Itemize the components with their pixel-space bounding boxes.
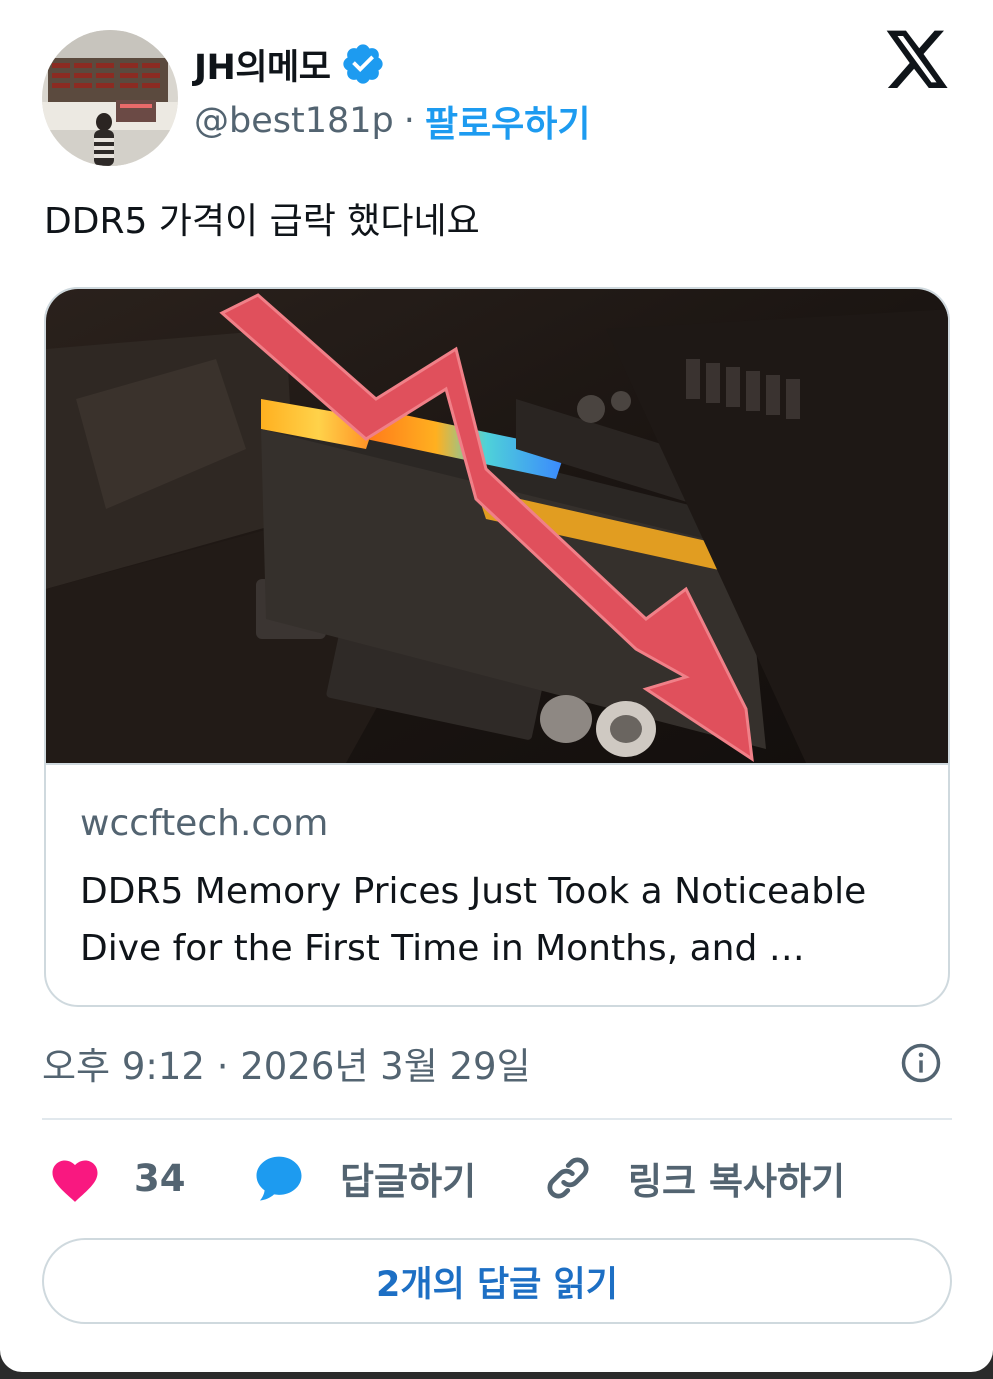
link-card-divider — [46, 763, 948, 765]
separator: · — [403, 101, 415, 141]
copy-link-button[interactable]: 링크 복사하기 — [542, 1150, 845, 1206]
tweet-embed-card: JH의메모 @best181p · 팔로우하기 DDR5 가격이 급락 했다네요 — [0, 0, 993, 1372]
avatar[interactable] — [42, 30, 178, 166]
tweet-text: DDR5 가격이 급락 했다네요 — [44, 201, 480, 242]
link-title-line-1: DDR5 Memory Prices Just Took a Noticeabl… — [80, 871, 867, 912]
tweet-timestamp[interactable]: 오후 9:12 · 2026년 3월 29일 — [42, 1036, 531, 1090]
link-domain: wccftech.com — [80, 803, 329, 844]
reply-label: 답글하기 — [340, 1160, 477, 1203]
reply-bubble-icon — [252, 1152, 306, 1204]
like-count: 34 — [134, 1156, 186, 1200]
divider — [42, 1118, 952, 1120]
link-icon — [542, 1152, 594, 1204]
reply-button[interactable]: 답글하기 — [252, 1150, 476, 1206]
author-handle[interactable]: @best181p — [194, 101, 394, 141]
follow-button[interactable]: 팔로우하기 — [425, 95, 591, 147]
link-title-line-2: Dive for the First Time in Months, and … — [80, 928, 805, 969]
x-logo-icon[interactable] — [886, 30, 950, 90]
read-replies-button[interactable]: 2개의 답글 읽기 — [42, 1238, 952, 1324]
link-preview-card[interactable]: wccftech.com DDR5 Memory Prices Just Too… — [44, 287, 950, 1007]
author-display-name[interactable]: JH의메모 — [194, 39, 331, 90]
link-preview-image[interactable] — [46, 289, 948, 763]
author-name-row: JH의메모 — [194, 40, 386, 88]
copy-link-label: 링크 복사하기 — [628, 1160, 846, 1203]
info-icon[interactable] — [900, 1042, 942, 1084]
heart-icon — [48, 1153, 102, 1203]
author-handle-row: @best181p · 팔로우하기 — [194, 96, 590, 146]
like-button[interactable]: 34 — [48, 1150, 186, 1206]
verified-badge-icon — [340, 41, 386, 87]
link-title: DDR5 Memory Prices Just Took a Noticeabl… — [80, 863, 930, 977]
